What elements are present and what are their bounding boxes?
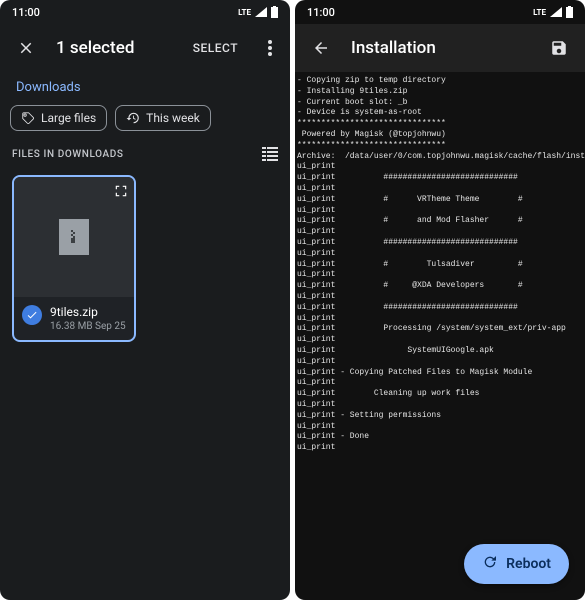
reboot-button[interactable]: Reboot xyxy=(464,544,569,584)
chip-label: This week xyxy=(146,111,200,125)
file-preview xyxy=(14,177,134,297)
installation-screen: 11:00 LTE Installation - Copying zip to … xyxy=(295,0,585,600)
file-grid: 9tiles.zip 16.38 MB Sep 25 xyxy=(0,167,290,350)
app-bar: Installation xyxy=(295,24,585,72)
status-icons: LTE xyxy=(533,6,573,18)
title-selected-count: 1 selected xyxy=(56,38,181,58)
battery-icon xyxy=(566,6,573,18)
lte-label: LTE xyxy=(238,8,251,17)
reboot-label: Reboot xyxy=(506,556,551,572)
filter-chips: Large files This week xyxy=(0,105,290,143)
chip-this-week[interactable]: This week xyxy=(115,105,211,131)
status-bar: 11:00 LTE xyxy=(0,0,290,24)
file-info: 9tiles.zip 16.38 MB Sep 25 xyxy=(14,297,134,340)
history-icon xyxy=(126,111,140,125)
file-meta: 16.38 MB Sep 25 xyxy=(50,321,126,332)
signal-icon xyxy=(255,7,267,17)
tag-icon xyxy=(21,111,35,125)
zip-icon xyxy=(59,219,89,255)
status-time: 11:00 xyxy=(12,6,40,19)
app-bar: 1 selected SELECT xyxy=(0,24,290,72)
status-icons: LTE xyxy=(238,6,278,18)
status-bar: 11:00 LTE xyxy=(295,0,585,24)
page-title: Installation xyxy=(351,38,529,58)
section-header: FILES IN DOWNLOADS xyxy=(0,143,290,167)
back-icon[interactable] xyxy=(303,30,339,66)
chip-large-files[interactable]: Large files xyxy=(10,105,107,131)
breadcrumb[interactable]: Downloads xyxy=(0,72,290,105)
chip-label: Large files xyxy=(41,111,96,125)
file-card[interactable]: 9tiles.zip 16.38 MB Sep 25 xyxy=(12,175,136,342)
fullscreen-icon[interactable] xyxy=(114,183,128,202)
battery-icon xyxy=(271,6,278,18)
select-button[interactable]: SELECT xyxy=(193,41,238,55)
terminal-output: - Copying zip to temp directory - Instal… xyxy=(295,72,585,600)
more-icon[interactable] xyxy=(258,30,282,66)
section-label: FILES IN DOWNLOADS xyxy=(12,149,124,160)
signal-icon xyxy=(550,7,562,17)
file-name: 9tiles.zip xyxy=(50,305,126,319)
close-icon[interactable] xyxy=(8,30,44,66)
list-view-icon[interactable] xyxy=(262,147,278,161)
reboot-icon xyxy=(482,554,498,574)
lte-label: LTE xyxy=(533,8,546,17)
save-icon[interactable] xyxy=(541,30,577,66)
file-picker-screen: 11:00 LTE 1 selected SELECT Downloads La… xyxy=(0,0,290,600)
check-icon xyxy=(22,305,42,325)
status-time: 11:00 xyxy=(307,6,335,19)
